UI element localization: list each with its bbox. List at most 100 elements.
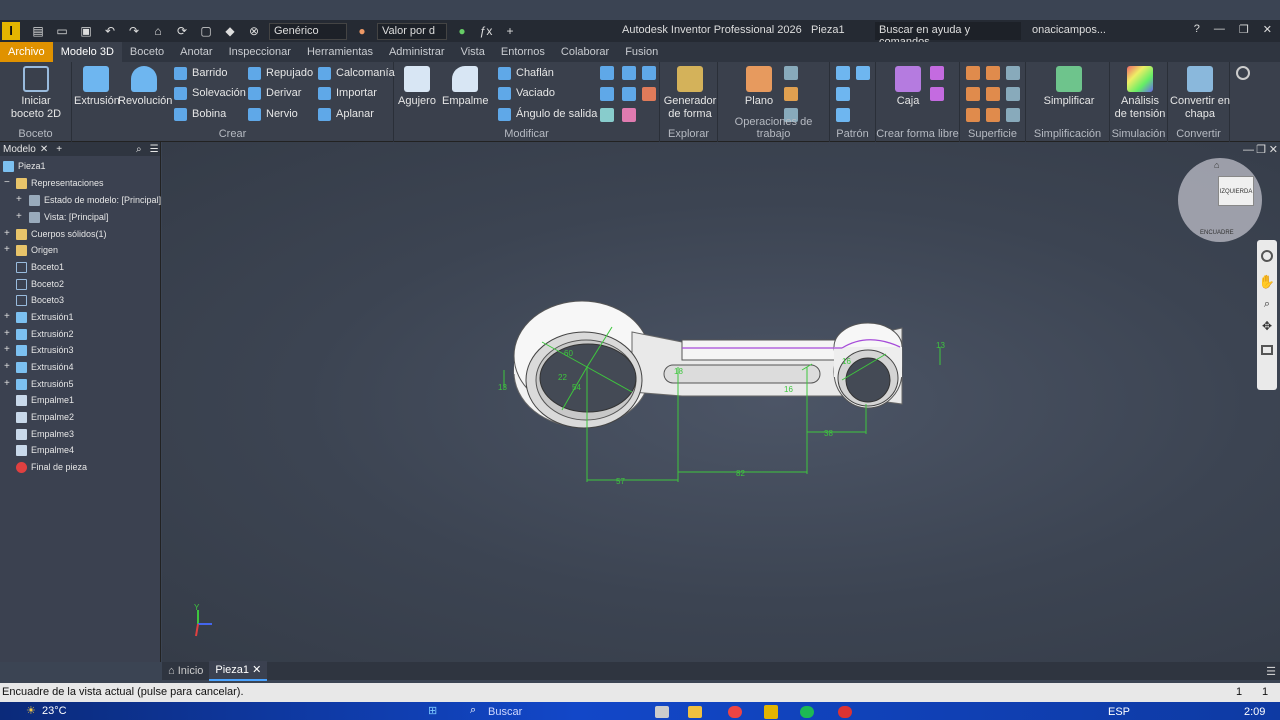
material-combo[interactable]: Genérico <box>269 22 347 40</box>
extrusion-button[interactable]: Extrusión <box>74 66 120 108</box>
expand-icon[interactable]: + <box>4 228 10 239</box>
tree-item-estado[interactable]: Estado de modelo: [Principal] <box>29 192 161 208</box>
measure-icon[interactable]: ◆ <box>221 24 239 38</box>
tree-item-cuerpos[interactable]: Cuerpos sólidos(1) <box>16 226 107 242</box>
tree-item-vista[interactable]: Vista: [Principal] <box>29 209 108 225</box>
stress-analysis-button[interactable]: Análisis de tensión <box>1112 66 1168 121</box>
sculpt-icon[interactable] <box>1006 66 1020 80</box>
help-icon[interactable]: ? <box>1194 23 1200 36</box>
expand-icon[interactable]: + <box>4 244 10 255</box>
inventor-logo[interactable]: I <box>2 22 20 40</box>
tree-item-extrusion5[interactable]: Extrusión5 <box>16 376 74 392</box>
pan-icon[interactable]: ✋ <box>1257 274 1277 290</box>
graphics-window[interactable]: — ❐ ✕ 57 82 38 13 13 60 22 54 16 16 18 Y… <box>162 142 1280 662</box>
tree-item-representaciones[interactable]: Representaciones <box>16 175 104 191</box>
chrome-icon[interactable] <box>728 706 742 718</box>
redo-icon[interactable]: ↷ <box>125 24 143 38</box>
tab-archivo[interactable]: Archivo <box>0 42 53 62</box>
tree-item-empalme1[interactable]: Empalme1 <box>16 392 74 408</box>
expand-icon[interactable]: + <box>4 344 10 355</box>
rib-button[interactable]: Nervio <box>248 106 298 123</box>
sweep-button[interactable]: Barrido <box>174 65 227 82</box>
tab-entornos[interactable]: Entornos <box>493 42 553 62</box>
thicken-surface-icon[interactable] <box>966 66 980 80</box>
combine-icon[interactable] <box>622 66 636 80</box>
tab-colaborar[interactable]: Colaborar <box>553 42 617 62</box>
replace-face-icon[interactable] <box>986 108 1000 122</box>
fx-icon[interactable]: ƒx <box>477 24 495 38</box>
orbit-icon[interactable]: ✥ <box>1257 319 1277 333</box>
close-tab-icon[interactable]: ✕ <box>252 664 261 676</box>
search-icon[interactable]: ⌕ <box>136 144 142 155</box>
file-explorer-icon[interactable] <box>688 706 702 718</box>
expand-icon[interactable]: + <box>4 328 10 339</box>
look-at-icon[interactable] <box>1261 345 1273 355</box>
sketch-pattern-icon[interactable] <box>836 108 850 122</box>
point-icon[interactable] <box>784 87 798 101</box>
search-icon[interactable]: ⌕ <box>470 704 476 717</box>
convert-sheet-metal-button[interactable]: Convertir en chapa <box>1170 66 1230 121</box>
viewcube-face[interactable]: IZQUIERDA <box>1218 176 1254 206</box>
tree-item-boceto2[interactable]: Boceto2 <box>16 276 64 292</box>
tab-herramientas[interactable]: Herramientas <box>299 42 381 62</box>
derive-button[interactable]: Derivar <box>248 85 301 102</box>
dim-57[interactable]: 57 <box>616 477 625 486</box>
tree-item-empalme2[interactable]: Empalme2 <box>16 409 74 425</box>
app-icon[interactable] <box>838 706 852 718</box>
language[interactable]: ESP <box>1108 706 1130 718</box>
decal-button[interactable]: Calcomanía <box>318 65 395 82</box>
appearance-combo[interactable]: Valor por d <box>377 22 447 40</box>
axis-icon[interactable] <box>784 66 798 80</box>
draft-button[interactable]: Ángulo de salida <box>498 106 597 123</box>
temperature[interactable]: 23°C <box>42 705 67 717</box>
add-tab-icon[interactable]: + <box>56 144 62 155</box>
tab-anotar[interactable]: Anotar <box>172 42 220 62</box>
spotify-icon[interactable] <box>800 706 814 718</box>
tree-item-boceto3[interactable]: Boceto3 <box>16 292 64 308</box>
color-icon[interactable]: ● <box>453 24 471 38</box>
steering-wheel-icon[interactable] <box>1261 250 1273 262</box>
split-icon[interactable] <box>642 66 656 80</box>
rect-pattern-icon[interactable] <box>836 66 850 80</box>
move-bodies-icon[interactable] <box>622 108 636 122</box>
coil-button[interactable]: Bobina <box>174 106 226 123</box>
fillet-button[interactable]: Empalme <box>442 66 488 108</box>
menu-icon[interactable]: ☰ <box>1266 665 1276 678</box>
menu-icon[interactable]: ☰ <box>150 144 159 155</box>
thicken-icon[interactable] <box>600 87 614 101</box>
dim-13-left[interactable]: 13 <box>498 383 507 392</box>
select-icon[interactable]: ▢ <box>197 24 215 38</box>
plus-icon[interactable]: + <box>501 24 519 38</box>
expand-icon[interactable]: + <box>4 378 10 389</box>
restore-icon[interactable]: ❐ <box>1239 23 1249 36</box>
save-icon[interactable]: ▣ <box>77 24 95 38</box>
dim-54[interactable]: 54 <box>572 383 581 392</box>
revolution-button[interactable]: Revolución <box>118 66 172 108</box>
cancel-icon[interactable]: ⊗ <box>245 24 263 38</box>
tab-pieza1[interactable]: Pieza1 ✕ <box>209 661 268 681</box>
expand-icon[interactable]: + <box>4 311 10 322</box>
dim-22[interactable]: 22 <box>558 373 567 382</box>
freeform-icon[interactable] <box>930 66 944 80</box>
appearance-icon[interactable]: ● <box>353 24 371 38</box>
tree-item-extrusion2[interactable]: Extrusión2 <box>16 326 74 342</box>
circ-pattern-icon[interactable] <box>836 87 850 101</box>
collapse-icon[interactable]: − <box>4 177 10 188</box>
unwrap-button[interactable]: Aplanar <box>318 106 374 123</box>
expand-icon[interactable]: + <box>16 211 22 222</box>
loft-button[interactable]: Solevación <box>174 85 246 102</box>
tree-item-empalme4[interactable]: Empalme4 <box>16 442 74 458</box>
tab-administrar[interactable]: Administrar <box>381 42 453 62</box>
zoom-icon[interactable]: ⌕ <box>1257 298 1277 311</box>
shape-generator-button[interactable]: Generador de forma <box>662 66 718 121</box>
help-search-input[interactable]: Buscar en ayuda y comandos... <box>875 22 1021 48</box>
tree-item-extrusion3[interactable]: Extrusión3 <box>16 342 74 358</box>
shell-button[interactable]: Vaciado <box>498 85 555 102</box>
expand-icon[interactable]: + <box>4 361 10 372</box>
dim-38[interactable]: 38 <box>824 429 833 438</box>
patch-icon[interactable] <box>966 87 980 101</box>
copy-object-icon[interactable] <box>600 108 614 122</box>
thread-icon[interactable] <box>600 66 614 80</box>
expand-icon[interactable]: + <box>16 194 22 205</box>
extend-icon[interactable] <box>966 108 980 122</box>
